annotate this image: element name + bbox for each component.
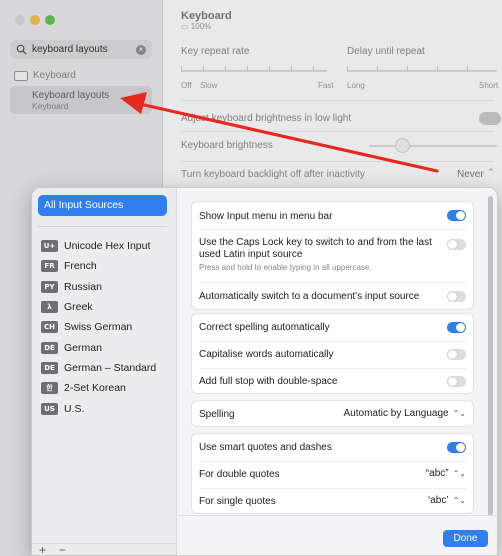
single-quotes-value: ‘abc’ — [428, 495, 449, 506]
input-source-item[interactable]: US U.S. — [41, 399, 84, 419]
input-source-label: Swiss German — [64, 321, 133, 333]
single-quotes-popup[interactable]: ‘abc’ ⌃⌄ — [428, 495, 466, 506]
spelling-popup-value: Automatic by Language — [343, 408, 449, 419]
input-source-label: 2-Set Korean — [64, 382, 126, 394]
single-quotes-row: For single quotes ‘abc’ ⌃⌄ — [192, 488, 473, 515]
input-menu-group: Show Input menu in menu bar Use the Caps… — [191, 201, 474, 310]
input-source-label: Unicode Hex Input — [64, 240, 151, 252]
spelling-row: Spelling Automatic by Language ⌃⌄ — [192, 401, 473, 428]
capitalise-row: Capitalise words automatically — [192, 341, 473, 368]
smart-quotes-row: Use smart quotes and dashes — [192, 434, 473, 461]
correct-spelling-toggle[interactable] — [447, 322, 466, 333]
input-source-badge-icon: DE — [41, 362, 58, 374]
input-source-label: German — [64, 342, 102, 354]
full-stop-row: Add full stop with double-space — [192, 368, 473, 395]
input-source-item[interactable]: λ Greek — [41, 297, 93, 317]
input-source-badge-icon: DE — [41, 342, 58, 354]
full-stop-label: Add full stop with double-space — [199, 376, 338, 387]
smart-quotes-group: Use smart quotes and dashes For double q… — [191, 433, 474, 514]
input-source-badge-icon: λ — [41, 301, 58, 313]
double-quotes-label: For double quotes — [199, 469, 280, 480]
input-source-item[interactable]: PY Russian — [41, 277, 102, 297]
spelling-popup[interactable]: Automatic by Language ⌃⌄ — [344, 408, 466, 419]
input-source-badge-icon: CH — [41, 321, 58, 333]
spelling-group: Spelling Automatic by Language ⌃⌄ — [191, 400, 474, 427]
input-source-item[interactable]: U+ Unicode Hex Input — [41, 236, 150, 256]
double-quotes-row: For double quotes “abc” ⌃⌄ — [192, 461, 473, 488]
auto-switch-toggle[interactable] — [447, 291, 466, 302]
sheet-footer: Done — [178, 515, 497, 555]
input-source-badge-icon: FR — [41, 260, 58, 272]
spelling-label: Spelling — [199, 409, 235, 420]
all-input-sources-item[interactable]: All Input Sources — [38, 195, 167, 216]
single-quotes-label: For single quotes — [199, 496, 276, 507]
auto-switch-row: Automatically switch to a document's inp… — [192, 283, 473, 310]
input-source-item[interactable]: CH Swiss German — [41, 317, 132, 337]
input-sources-sidebar: All Input Sources U+ Unicode Hex Input F… — [32, 188, 177, 555]
caps-lock-hint: Press and hold to enable typing in all u… — [199, 263, 372, 272]
show-input-menu-row: Show Input menu in menu bar — [192, 202, 473, 229]
remove-input-source-button[interactable]: − — [59, 543, 66, 555]
capitalise-toggle[interactable] — [447, 349, 466, 360]
done-button[interactable]: Done — [443, 530, 488, 547]
full-stop-toggle[interactable] — [447, 376, 466, 387]
correct-spelling-row: Correct spelling automatically — [192, 314, 473, 341]
show-input-menu-label: Show Input menu in menu bar — [199, 211, 333, 222]
settings-scrollbar[interactable] — [488, 196, 493, 516]
sidebar-footer: + − — [32, 543, 177, 555]
chevron-updown-icon: ⌃⌄ — [452, 496, 466, 505]
input-source-label: Russian — [64, 281, 102, 293]
chevron-updown-icon: ⌃⌄ — [452, 409, 466, 418]
input-source-label: German – Standard — [64, 362, 157, 374]
add-input-source-button[interactable]: + — [39, 543, 46, 555]
auto-switch-label: Automatically switch to a document's inp… — [199, 291, 420, 302]
divider — [38, 226, 167, 227]
correct-spelling-label: Correct spelling automatically — [199, 322, 330, 333]
caps-lock-toggle[interactable] — [447, 239, 466, 250]
input-source-label: French — [64, 260, 97, 272]
input-source-label: Greek — [64, 301, 93, 313]
input-source-badge-icon: US — [41, 403, 58, 415]
double-quotes-value: “abc” — [425, 468, 449, 479]
input-source-item[interactable]: DE German – Standard — [41, 358, 156, 378]
input-source-badge-icon: PY — [41, 281, 58, 293]
text-correction-group: Correct spelling automatically Capitalis… — [191, 313, 474, 394]
show-input-menu-toggle[interactable] — [447, 210, 466, 221]
smart-quotes-toggle[interactable] — [447, 442, 466, 453]
input-source-settings: Show Input menu in menu bar Use the Caps… — [178, 188, 497, 555]
double-quotes-popup[interactable]: “abc” ⌃⌄ — [426, 468, 466, 479]
input-source-badge-icon: U+ — [41, 240, 58, 252]
caps-lock-label: Use the Caps Lock key to switch to and f… — [199, 237, 432, 260]
input-sources-sheet: All Input Sources U+ Unicode Hex Input F… — [31, 187, 498, 556]
input-source-item[interactable]: 한 2-Set Korean — [41, 378, 126, 398]
capitalise-label: Capitalise words automatically — [199, 349, 334, 360]
caps-lock-row: Use the Caps Lock key to switch to and f… — [192, 230, 473, 282]
input-source-label: U.S. — [64, 403, 85, 415]
input-source-item[interactable]: DE German — [41, 338, 102, 358]
input-source-badge-icon: 한 — [41, 382, 58, 394]
input-source-item[interactable]: FR French — [41, 256, 97, 276]
chevron-updown-icon: ⌃⌄ — [452, 469, 466, 478]
smart-quotes-label: Use smart quotes and dashes — [199, 442, 332, 453]
